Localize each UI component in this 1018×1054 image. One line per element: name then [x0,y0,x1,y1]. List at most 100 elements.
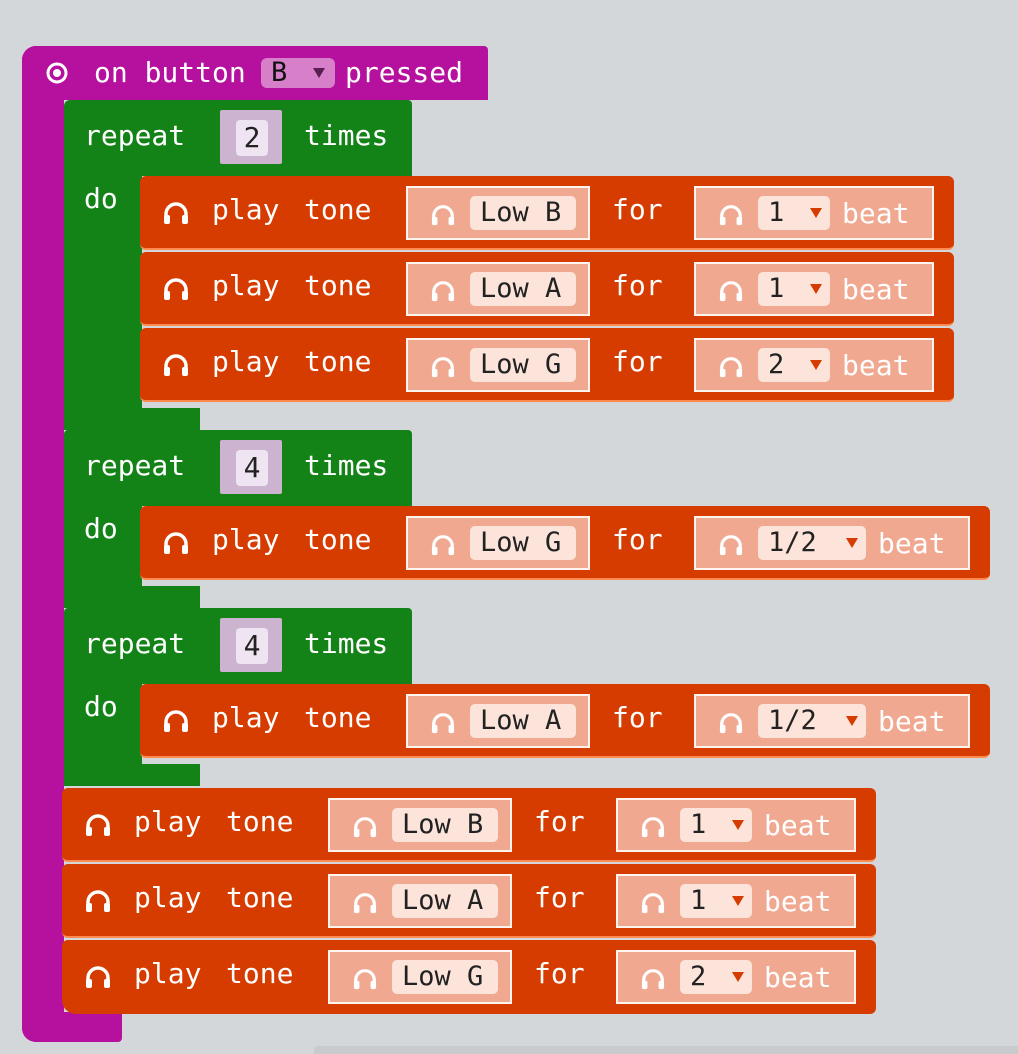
repeat-count-value[interactable]: 4 [236,628,268,664]
dropdown-triangle-icon [810,284,822,294]
times-label: times [304,119,389,152]
beat-slot[interactable]: 1 beat [616,798,856,852]
tone-label: tone [226,805,294,838]
play-tone-block[interactable]: play tone Low A for 1 beat [62,864,876,938]
beat-label: beat [878,705,946,738]
headphones-icon [641,969,665,990]
headphones-icon [353,969,377,990]
for-label: for [612,345,663,378]
note-slot[interactable]: Low A [406,262,590,316]
for-label: for [534,957,585,990]
play-tone-block[interactable]: play tone Low G for 2 beat [62,940,876,1014]
dropdown-triangle-icon [732,820,744,830]
note-slot[interactable]: Low A [406,694,590,748]
horizontal-scrollbar[interactable] [314,1046,1018,1054]
play-tone-block[interactable]: play tone Low G for 2 beat [140,328,954,402]
tone-label: tone [226,881,294,914]
beat-dropdown[interactable]: 1 [680,884,752,918]
beat-dropdown[interactable]: 1 [758,272,830,306]
play-label: play [134,805,202,838]
repeat-block-1-foot [64,408,200,430]
note-slot[interactable]: Low B [406,186,590,240]
beat-dropdown[interactable]: 2 [680,960,752,994]
play-tone-block[interactable]: play tone Low G for 1/2 beat [140,506,990,580]
note-slot[interactable]: Low A [328,874,512,928]
beat-slot[interactable]: 1/2 beat [694,694,970,748]
beat-slot[interactable]: 1 beat [616,874,856,928]
beat-label: beat [878,527,946,560]
play-label: play [134,957,202,990]
repeat-block-3-foot [64,764,200,786]
beat-dropdown[interactable]: 1/2 [758,704,866,738]
beat-value: 1 [768,273,785,304]
beat-slot[interactable]: 1 beat [694,186,934,240]
note-value[interactable]: Low A [392,884,498,918]
repeat-block-2-foot [64,586,200,608]
event-block-foot[interactable] [22,1012,122,1042]
times-label: times [304,449,389,482]
headphones-icon [719,357,743,378]
note-slot[interactable]: Low G [406,516,590,570]
repeat-count-slot[interactable]: 4 [220,440,282,494]
beat-slot[interactable]: 1/2 beat [694,516,970,570]
play-tone-block[interactable]: play tone Low A for 1/2 beat [140,684,990,758]
dropdown-triangle-icon [732,896,744,906]
play-tone-block[interactable]: play tone Low A for 1 beat [140,252,954,326]
tone-label: tone [304,523,372,556]
dropdown-triangle-icon [846,538,858,548]
play-label: play [212,269,280,302]
blocks-workspace[interactable]: on button B pressed repeat 2 times do re… [0,0,1018,1054]
repeat-count-slot[interactable]: 4 [220,618,282,672]
beat-value: 1 [690,885,707,916]
beat-value: 1 [768,197,785,228]
tone-label: tone [226,957,294,990]
headphones-icon [719,713,743,734]
headphones-icon [86,814,110,836]
play-tone-block[interactable]: play tone Low B for 1 beat [62,788,876,862]
note-value[interactable]: Low A [470,272,576,306]
repeat-count-slot[interactable]: 2 [220,110,282,164]
beat-label: beat [764,961,832,994]
button-dropdown[interactable]: B [261,58,335,88]
repeat-count-value[interactable]: 4 [236,450,268,486]
tone-label: tone [304,193,372,226]
beat-value: 1/2 [768,705,817,736]
dropdown-triangle-icon [732,972,744,982]
note-value[interactable]: Low B [470,196,576,230]
headphones-icon [164,278,188,300]
note-slot[interactable]: Low G [406,338,590,392]
headphones-icon [164,354,188,376]
event-prefix-label: on button [94,56,246,89]
headphones-icon [719,281,743,302]
note-value[interactable]: Low G [470,526,576,560]
headphones-icon [431,205,455,226]
do-label: do [84,512,118,545]
headphones-icon [719,535,743,556]
tone-label: tone [304,701,372,734]
event-block-spine[interactable] [22,46,64,1042]
headphones-icon [353,817,377,838]
beat-dropdown[interactable]: 1 [680,808,752,842]
note-slot[interactable]: Low G [328,950,512,1004]
beat-label: beat [842,349,910,382]
beat-dropdown[interactable]: 1 [758,196,830,230]
beat-slot[interactable]: 1 beat [694,262,934,316]
tone-label: tone [304,269,372,302]
beat-dropdown[interactable]: 2 [758,348,830,382]
beat-slot[interactable]: 2 beat [616,950,856,1004]
for-label: for [534,881,585,914]
play-label: play [212,193,280,226]
note-slot[interactable]: Low B [328,798,512,852]
play-tone-block[interactable]: play tone Low B for 1 beat [140,176,954,250]
headphones-icon [164,710,188,732]
note-value[interactable]: Low B [392,808,498,842]
note-value[interactable]: Low A [470,704,576,738]
do-label: do [84,690,118,723]
for-label: for [612,193,663,226]
beat-slot[interactable]: 2 beat [694,338,934,392]
headphones-icon [86,890,110,912]
note-value[interactable]: Low G [470,348,576,382]
note-value[interactable]: Low G [392,960,498,994]
beat-dropdown[interactable]: 1/2 [758,526,866,560]
repeat-count-value[interactable]: 2 [236,120,268,156]
